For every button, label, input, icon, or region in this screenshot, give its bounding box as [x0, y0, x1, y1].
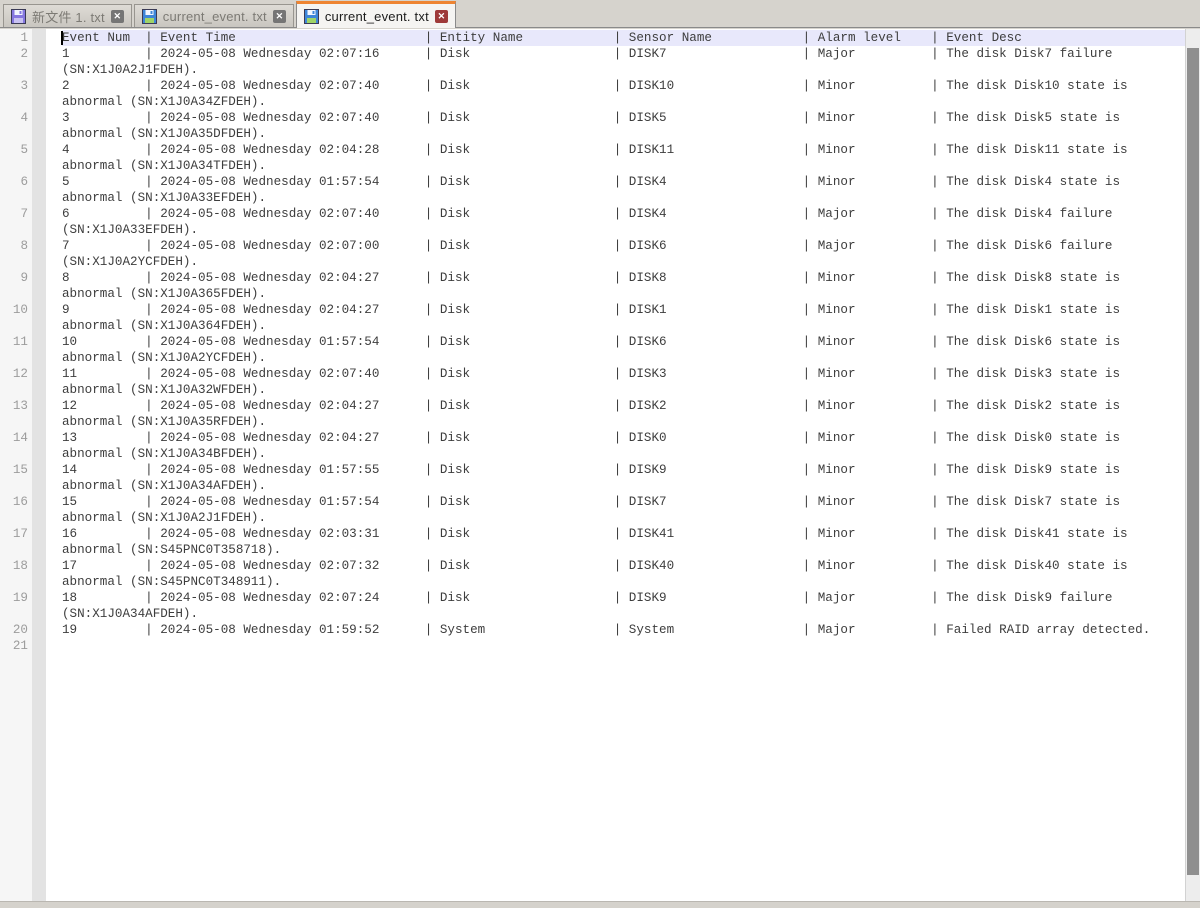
line-number: 10 — [0, 302, 28, 318]
editor-line-2[interactable]: 2 1 | 2024-05-08 Wednesday 02:07:16 | Dis… — [0, 46, 1185, 78]
line-text: 2 | 2024-05-08 Wednesday 02:07:40 | Disk… — [62, 78, 1185, 110]
line-text: 15 | 2024-05-08 Wednesday 01:57:54 | Dis… — [62, 494, 1185, 526]
line-text: 14 | 2024-05-08 Wednesday 01:57:55 | Dis… — [62, 462, 1185, 494]
line-number: 2 — [0, 46, 28, 62]
line-text: 11 | 2024-05-08 Wednesday 02:07:40 | Dis… — [62, 366, 1185, 398]
line-number: 8 — [0, 238, 28, 254]
editor-area[interactable]: 1 Event Num | Event Time | Entity Name | … — [0, 29, 1200, 901]
line-number: 19 — [0, 590, 28, 606]
line-number: 17 — [0, 526, 28, 542]
text-caret — [61, 31, 63, 45]
line-text: 5 | 2024-05-08 Wednesday 01:57:54 | Disk… — [62, 174, 1185, 206]
tab-title: current_event. txt — [325, 9, 429, 24]
floppy-icon — [304, 9, 319, 24]
editor-line-12[interactable]: 12 11 | 2024-05-08 Wednesday 02:07:40 | D… — [0, 366, 1185, 398]
line-text: 3 | 2024-05-08 Wednesday 02:07:40 | Disk… — [62, 110, 1185, 142]
tab-title: current_event. txt — [163, 9, 267, 24]
line-text: 12 | 2024-05-08 Wednesday 02:04:27 | Dis… — [62, 398, 1185, 430]
editor-line-6[interactable]: 6 5 | 2024-05-08 Wednesday 01:57:54 | Dis… — [0, 174, 1185, 206]
line-number: 1 — [0, 30, 28, 46]
line-number: 4 — [0, 110, 28, 126]
editor-line-19[interactable]: 19 18 | 2024-05-08 Wednesday 02:07:24 | D… — [0, 590, 1185, 622]
editor-line-18[interactable]: 18 17 | 2024-05-08 Wednesday 02:07:32 | D… — [0, 558, 1185, 590]
vertical-scrollbar[interactable] — [1185, 29, 1200, 901]
line-number: 18 — [0, 558, 28, 574]
line-text: 10 | 2024-05-08 Wednesday 01:57:54 | Dis… — [62, 334, 1185, 366]
line-text: 8 | 2024-05-08 Wednesday 02:04:27 | Disk… — [62, 270, 1185, 302]
line-number: 11 — [0, 334, 28, 350]
notepad-window: 新文件 1. txt✕current_event. txt✕current_ev… — [0, 0, 1200, 908]
editor-line-21[interactable]: 21 — [0, 638, 1185, 654]
tab-bar: 新文件 1. txt✕current_event. txt✕current_ev… — [0, 0, 1200, 28]
editor-line-5[interactable]: 5 4 | 2024-05-08 Wednesday 02:04:28 | Dis… — [0, 142, 1185, 174]
line-text: 7 | 2024-05-08 Wednesday 02:07:00 | Disk… — [62, 238, 1185, 270]
editor-line-7[interactable]: 7 6 | 2024-05-08 Wednesday 02:07:40 | Dis… — [0, 206, 1185, 238]
line-number: 5 — [0, 142, 28, 158]
floppy-icon — [11, 9, 26, 24]
line-number: 20 — [0, 622, 28, 638]
line-text: 18 | 2024-05-08 Wednesday 02:07:24 | Dis… — [62, 590, 1185, 622]
editor-line-20[interactable]: 20 19 | 2024-05-08 Wednesday 01:59:52 | S… — [0, 622, 1185, 638]
line-text: 13 | 2024-05-08 Wednesday 02:04:27 | Dis… — [62, 430, 1185, 462]
editor-line-1[interactable]: 1 Event Num | Event Time | Entity Name | … — [0, 30, 1185, 46]
scrollbar-thumb[interactable] — [1187, 48, 1199, 875]
floppy-icon — [142, 9, 157, 24]
editor-line-15[interactable]: 15 14 | 2024-05-08 Wednesday 01:57:55 | D… — [0, 462, 1185, 494]
line-number: 14 — [0, 430, 28, 446]
tab-2[interactable]: current_event. txt ✕ — [134, 4, 294, 27]
editor-line-14[interactable]: 14 13 | 2024-05-08 Wednesday 02:04:27 | D… — [0, 430, 1185, 462]
tab-title: 新文件 1. txt — [32, 7, 105, 26]
editor-line-4[interactable]: 4 3 | 2024-05-08 Wednesday 02:07:40 | Dis… — [0, 110, 1185, 142]
line-text — [62, 638, 1185, 654]
text-content: 1 Event Num | Event Time | Entity Name | … — [0, 30, 1185, 654]
line-text: 4 | 2024-05-08 Wednesday 02:04:28 | Disk… — [62, 142, 1185, 174]
line-text: 1 | 2024-05-08 Wednesday 02:07:16 | Disk… — [62, 46, 1185, 78]
close-icon[interactable]: ✕ — [111, 10, 124, 23]
editor-line-16[interactable]: 16 15 | 2024-05-08 Wednesday 01:57:54 | D… — [0, 494, 1185, 526]
line-text: 17 | 2024-05-08 Wednesday 02:07:32 | Dis… — [62, 558, 1185, 590]
editor-line-17[interactable]: 17 16 | 2024-05-08 Wednesday 02:03:31 | D… — [0, 526, 1185, 558]
line-number: 9 — [0, 270, 28, 286]
window-bottom-edge — [0, 901, 1200, 908]
editor-line-10[interactable]: 10 9 | 2024-05-08 Wednesday 02:04:27 | Di… — [0, 302, 1185, 334]
editor-line-9[interactable]: 9 8 | 2024-05-08 Wednesday 02:04:27 | Dis… — [0, 270, 1185, 302]
line-number: 7 — [0, 206, 28, 222]
line-text: 16 | 2024-05-08 Wednesday 02:03:31 | Dis… — [62, 526, 1185, 558]
line-text: Event Num | Event Time | Entity Name | S… — [62, 30, 1185, 46]
tab-1[interactable]: 新文件 1. txt ✕ — [3, 4, 132, 27]
line-number: 6 — [0, 174, 28, 190]
editor-line-3[interactable]: 3 2 | 2024-05-08 Wednesday 02:07:40 | Dis… — [0, 78, 1185, 110]
line-text: 6 | 2024-05-08 Wednesday 02:07:40 | Disk… — [62, 206, 1185, 238]
line-number: 16 — [0, 494, 28, 510]
line-text: 19 | 2024-05-08 Wednesday 01:59:52 | Sys… — [62, 622, 1185, 638]
line-number: 21 — [0, 638, 28, 654]
editor-line-11[interactable]: 11 10 | 2024-05-08 Wednesday 01:57:54 | D… — [0, 334, 1185, 366]
line-number: 15 — [0, 462, 28, 478]
line-text: 9 | 2024-05-08 Wednesday 02:04:27 | Disk… — [62, 302, 1185, 334]
line-number: 12 — [0, 366, 28, 382]
line-number: 13 — [0, 398, 28, 414]
tab-3-active[interactable]: current_event. txt ✕ — [296, 1, 456, 28]
line-number: 3 — [0, 78, 28, 94]
close-icon[interactable]: ✕ — [435, 10, 448, 23]
editor-line-13[interactable]: 13 12 | 2024-05-08 Wednesday 02:04:27 | D… — [0, 398, 1185, 430]
close-icon[interactable]: ✕ — [273, 10, 286, 23]
editor-line-8[interactable]: 8 7 | 2024-05-08 Wednesday 02:07:00 | Dis… — [0, 238, 1185, 270]
